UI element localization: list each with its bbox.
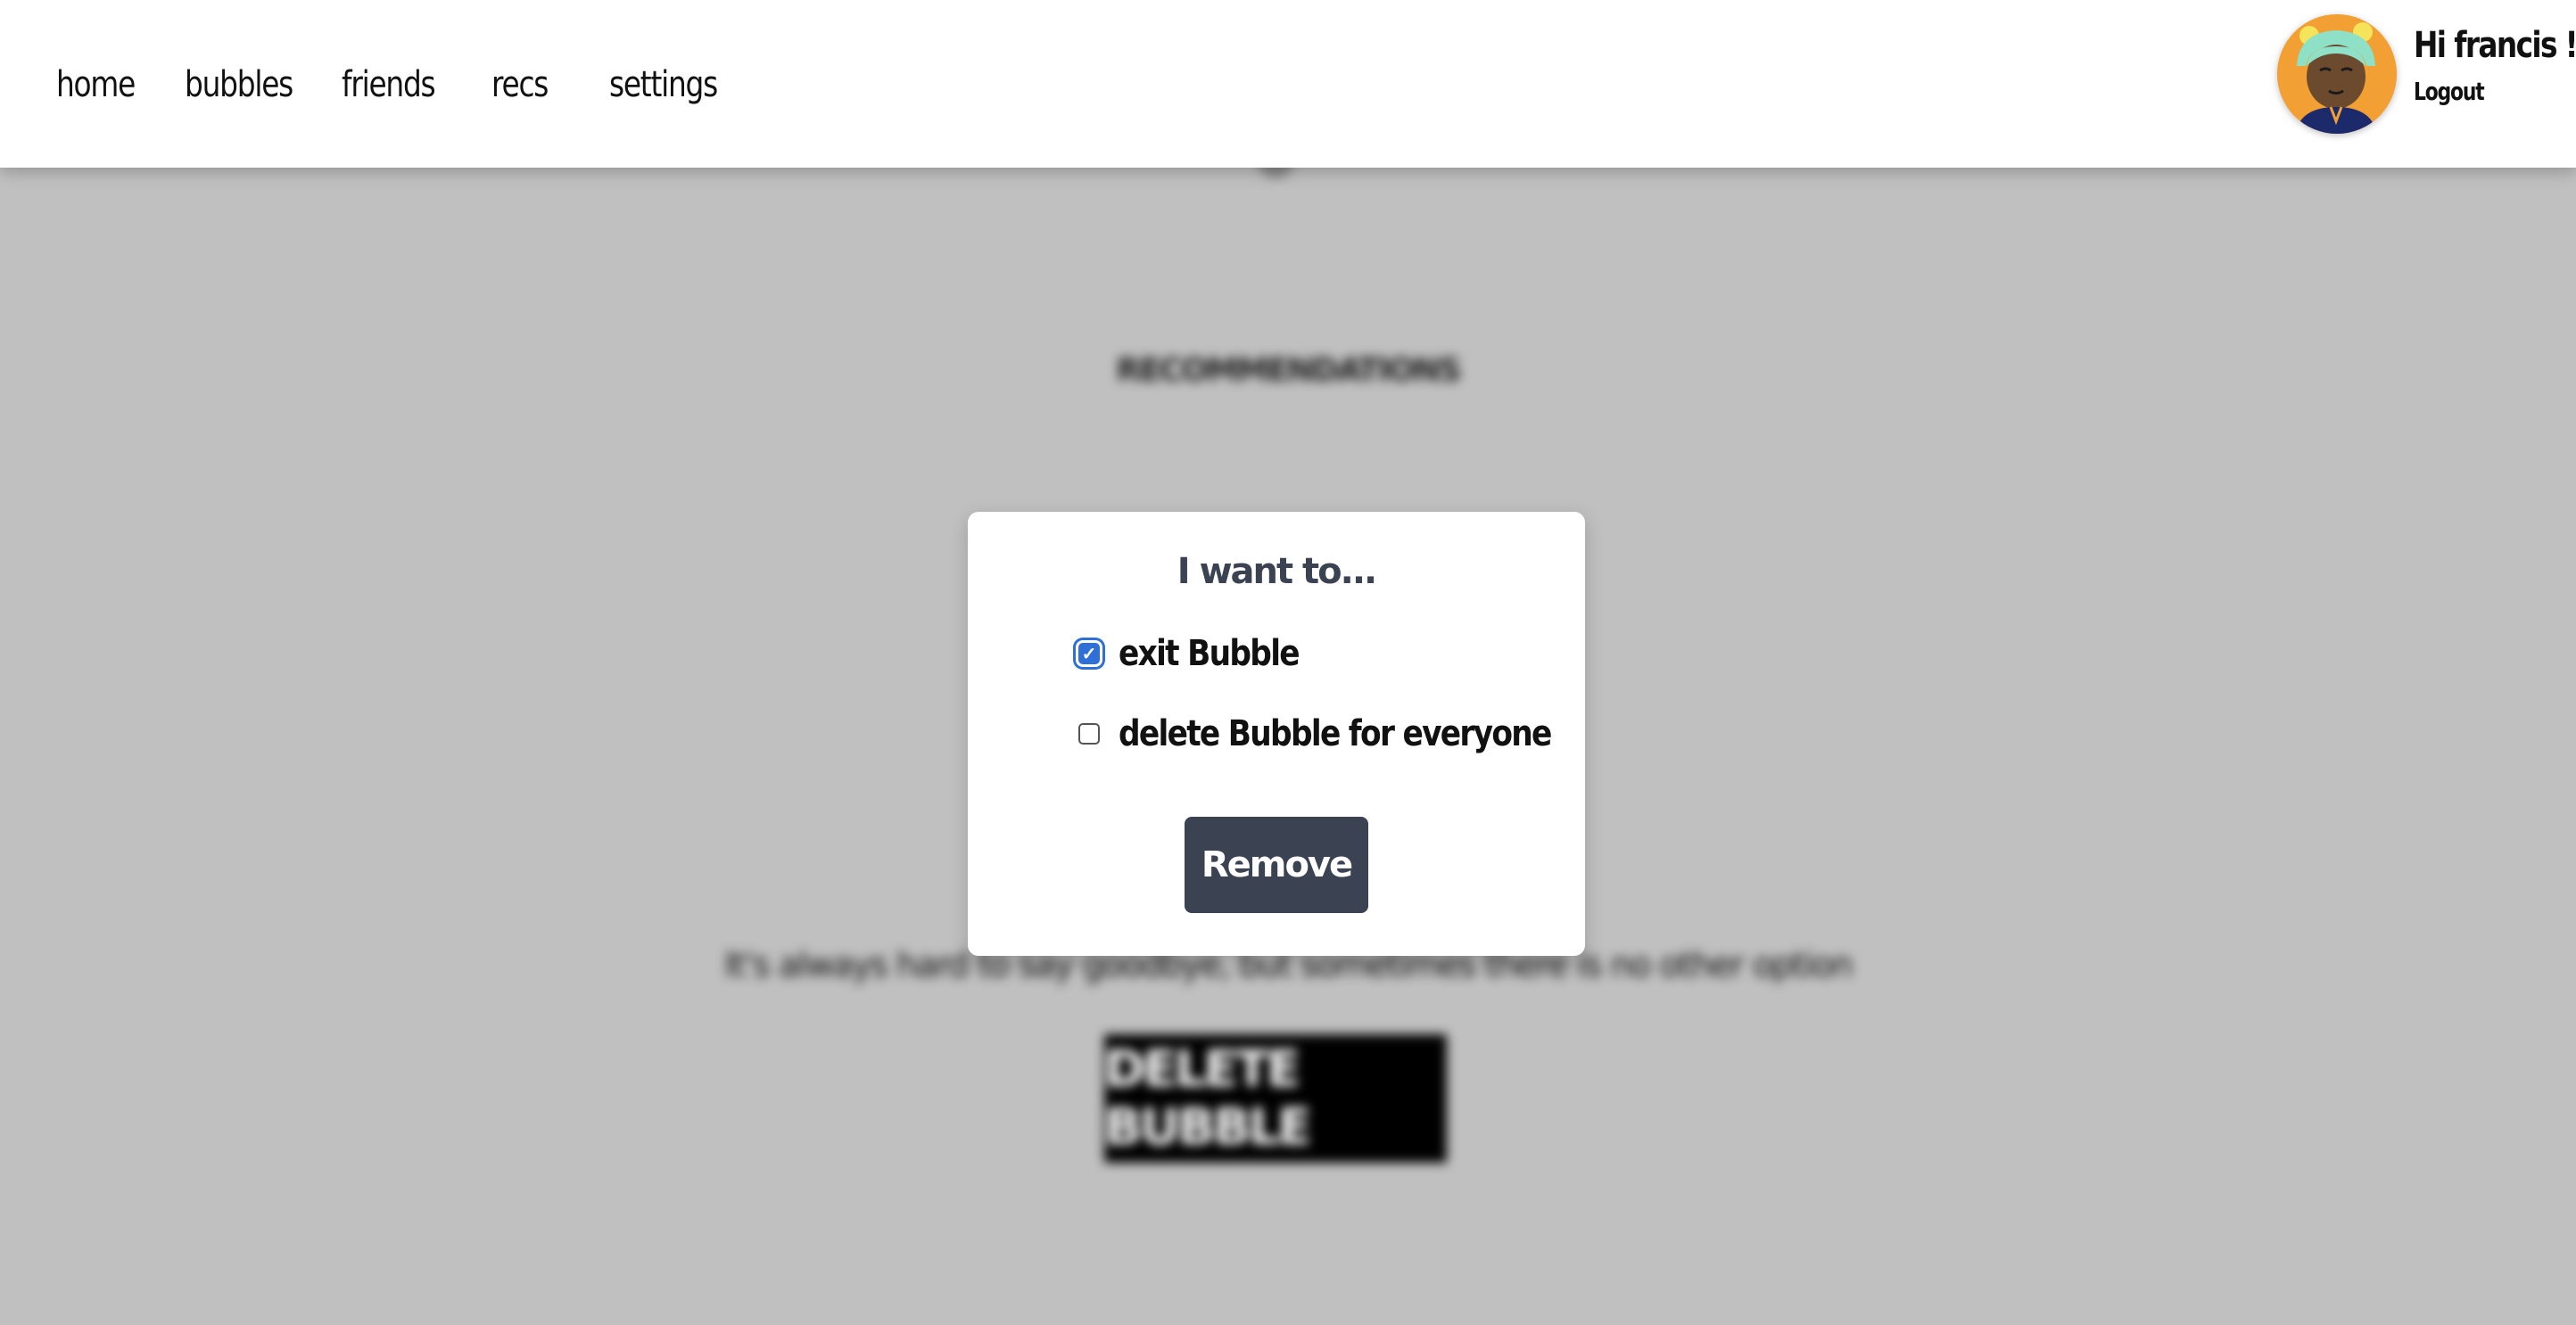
logout-link[interactable]: Logout (2414, 77, 2485, 106)
nav-friends[interactable]: friends (342, 64, 436, 105)
top-nav-bar: home bubbles friends recs settings Hi fr… (0, 0, 2576, 168)
exit-bubble-checkbox[interactable]: ✓ (1078, 643, 1100, 664)
avatar-icon (2277, 14, 2397, 134)
delete-for-everyone-checkbox[interactable] (1078, 723, 1100, 745)
delete-for-everyone-label: delete Bubble for everyone (1119, 713, 1552, 754)
modal-title: I want to... (1177, 551, 1377, 592)
remove-bubble-modal: I want to... ✓ exit Bubble delete Bubble… (968, 512, 1585, 956)
option-delete-for-everyone[interactable]: delete Bubble for everyone (1078, 713, 1622, 754)
nav-home[interactable]: home (56, 64, 136, 105)
user-greeting: Hi francis ! (2414, 25, 2576, 66)
nav-recs[interactable]: recs (491, 64, 549, 105)
remove-button[interactable]: Remove (1185, 817, 1368, 913)
exit-bubble-label: exit Bubble (1119, 633, 1300, 674)
delete-bubble-button: DELETE BUBBLE (1104, 1034, 1447, 1163)
nav-bubbles[interactable]: bubbles (185, 64, 293, 105)
recommendations-heading: RECOMMENDATIONS (1116, 352, 1461, 389)
nav-settings[interactable]: settings (609, 64, 718, 105)
option-exit-bubble[interactable]: ✓ exit Bubble (1078, 633, 1328, 674)
main-nav: home bubbles friends recs settings (56, 64, 800, 105)
avatar[interactable] (2277, 14, 2397, 134)
